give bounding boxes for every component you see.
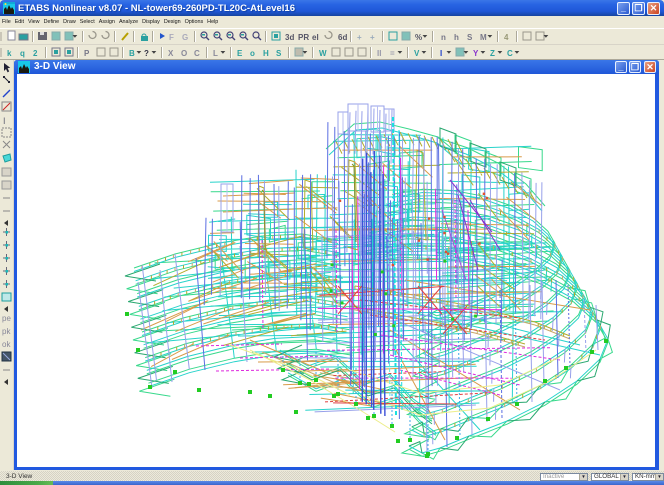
svg-text:E: E (237, 49, 243, 58)
svg-text:2: 2 (33, 49, 38, 58)
svg-text:G: G (182, 33, 188, 42)
svg-text:O: O (181, 49, 187, 58)
svg-text:X: X (168, 49, 174, 58)
svg-text:V: V (414, 49, 420, 58)
svg-text:M: M (480, 33, 487, 42)
svg-text:S: S (276, 49, 282, 58)
svg-text:o: o (250, 49, 255, 58)
svg-text:+: + (370, 33, 375, 42)
svg-text:P: P (84, 49, 90, 58)
svg-text:n: n (441, 33, 446, 42)
svg-text:h: h (454, 33, 459, 42)
svg-text:+: + (357, 33, 362, 42)
svg-text:?: ? (144, 49, 149, 58)
svg-text:W: W (319, 49, 327, 58)
svg-text:Y: Y (473, 49, 479, 58)
svg-text:H: H (263, 49, 269, 58)
svg-text:pe: pe (2, 314, 11, 323)
svg-text:Z: Z (490, 49, 495, 58)
svg-text:PR: PR (298, 33, 309, 42)
svg-text:6d: 6d (338, 33, 347, 42)
svg-text:C: C (507, 49, 513, 58)
svg-text:B: B (129, 49, 135, 58)
svg-text:S: S (467, 33, 473, 42)
svg-text:k: k (7, 49, 12, 58)
svg-text:3d: 3d (285, 33, 294, 42)
svg-text:4: 4 (504, 33, 509, 42)
svg-text:I: I (3, 116, 6, 126)
svg-text:C: C (194, 49, 200, 58)
svg-text:L: L (213, 49, 218, 58)
svg-text:ok: ok (2, 340, 11, 349)
svg-text:q: q (20, 49, 25, 58)
svg-text:=: = (390, 49, 395, 58)
svg-text:el: el (312, 33, 319, 42)
svg-text:II: II (377, 49, 381, 58)
svg-text:F: F (169, 33, 174, 42)
svg-text:I: I (440, 49, 442, 58)
svg-text:%: % (415, 33, 422, 42)
svg-text:pk: pk (2, 327, 11, 336)
